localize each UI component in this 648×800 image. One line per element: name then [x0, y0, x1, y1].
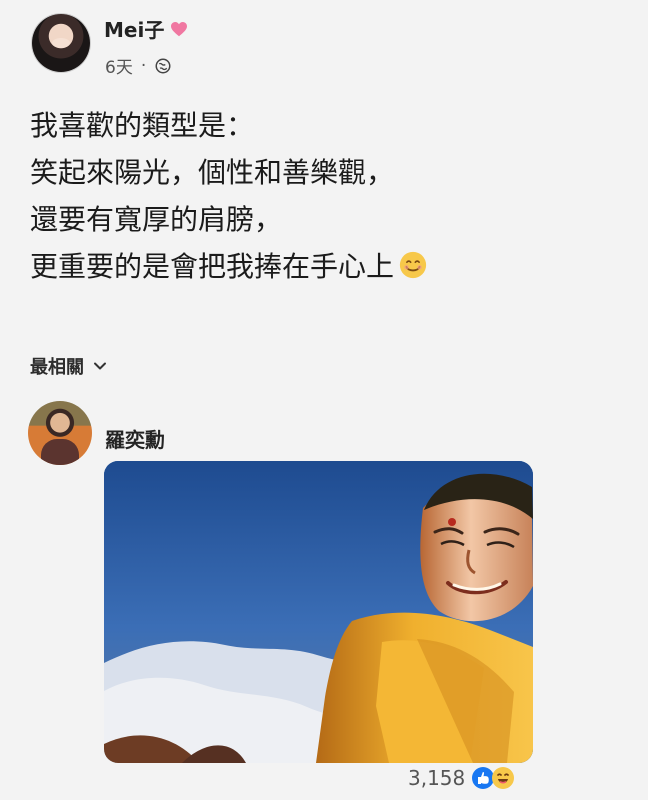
- post-body: 我喜歡的類型是： 笑起來陽光，個性和善樂觀， 還要有寬厚的肩膀， 更重要的是會把…: [30, 102, 620, 290]
- author-name-row: Mei子: [104, 14, 188, 43]
- author-name[interactable]: Mei子: [104, 14, 164, 43]
- reaction-count[interactable]: 3,158: [408, 766, 465, 790]
- reaction-summary[interactable]: 3,158: [408, 766, 515, 790]
- author-avatar[interactable]: [32, 14, 90, 72]
- post-time[interactable]: 6天: [105, 53, 133, 78]
- sort-label[interactable]: 最相關: [30, 353, 84, 379]
- comment-sort[interactable]: 最相關: [30, 353, 108, 379]
- post-text: 我喜歡的類型是： 笑起來陽光，個性和善樂觀， 還要有寬厚的肩膀， 更重要的是會把…: [30, 109, 395, 283]
- meta-separator: ·: [140, 55, 147, 76]
- reaction-icons[interactable]: [471, 766, 515, 790]
- smile-emoji: [398, 247, 428, 279]
- post-header: Mei子 6天 ·: [0, 0, 648, 88]
- heart-icon: [170, 21, 188, 37]
- commenter-avatar[interactable]: [28, 401, 92, 465]
- post-meta: 6天 ·: [105, 53, 172, 78]
- laugh-icon: [491, 766, 515, 790]
- chevron-down-icon[interactable]: [92, 358, 108, 374]
- buddha-meme-image: [104, 461, 533, 763]
- comment-image[interactable]: [104, 461, 533, 763]
- commenter-name[interactable]: 羅奕勳: [105, 424, 165, 453]
- globe-icon: [154, 57, 172, 75]
